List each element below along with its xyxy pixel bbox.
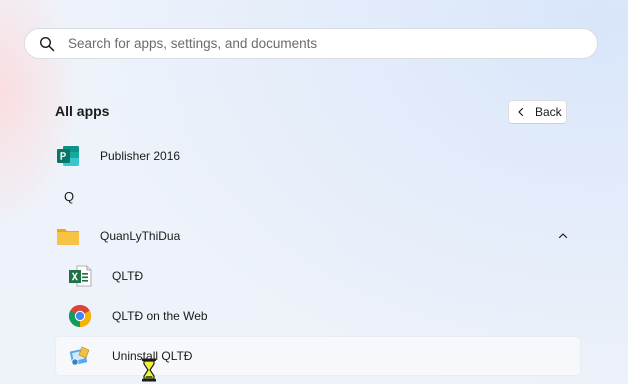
folder-icon	[57, 229, 79, 245]
app-label: QLTĐ on the Web	[112, 309, 208, 323]
busy-hourglass-icon	[142, 358, 156, 382]
all-apps-title: All apps	[55, 103, 110, 119]
search-input[interactable]	[68, 29, 578, 58]
back-button[interactable]: Back	[508, 100, 567, 124]
app-label: Publisher 2016	[100, 149, 181, 163]
publisher-icon	[57, 146, 79, 166]
search-icon	[39, 36, 55, 52]
uninstall-icon	[69, 346, 90, 366]
app-item-qltd[interactable]: QLTĐ	[56, 257, 580, 295]
back-button-label: Back	[535, 105, 562, 119]
chevron-left-icon	[518, 107, 524, 117]
app-item-uninstall-qltd[interactable]: Uninstall QLTĐ	[56, 337, 580, 375]
excel-icon	[69, 265, 92, 287]
app-item-publisher[interactable]: Publisher 2016	[56, 137, 580, 175]
app-label: QLTĐ	[112, 269, 144, 283]
folder-label: QuanLyThiDua	[100, 229, 181, 243]
search-box[interactable]	[24, 28, 598, 59]
folder-item-quanlythidua[interactable]: QuanLyThiDua	[56, 217, 580, 255]
letter-header-q[interactable]: Q	[64, 189, 74, 204]
app-item-qltd-web[interactable]: QLTĐ on the Web	[56, 297, 580, 335]
chevron-up-icon[interactable]	[558, 231, 568, 241]
chrome-icon	[68, 304, 92, 327]
